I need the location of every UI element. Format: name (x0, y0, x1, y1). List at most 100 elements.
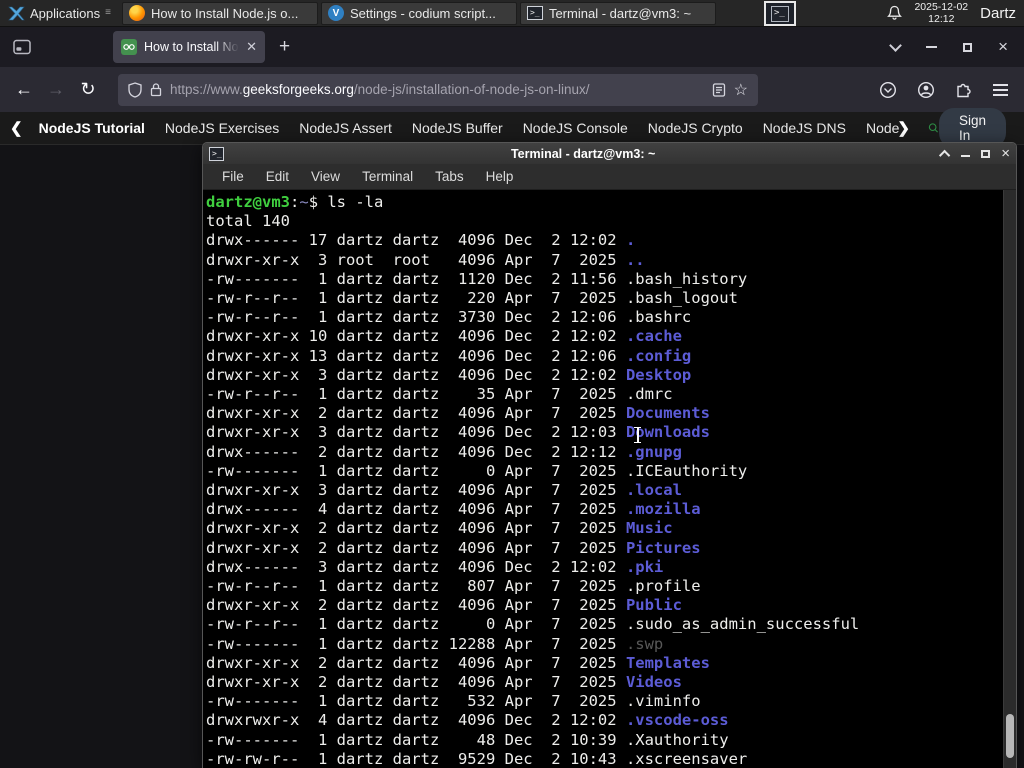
nav-scroll-left-icon[interactable]: ❮ (0, 119, 29, 137)
reload-button[interactable]: ↻ (72, 79, 104, 100)
file-name: .ICEauthority (625, 461, 748, 480)
total-line: total 140 (206, 212, 290, 231)
file-name: .bash_logout (625, 289, 738, 308)
terminal-line: drwxr-xr-x 3 dartz dartz 4096 Dec 2 12:0… (206, 365, 692, 384)
pocket-icon[interactable] (879, 81, 897, 99)
terminal-menu-bar: File Edit View Terminal Tabs Help (203, 164, 1016, 190)
firefox-view-button[interactable] (7, 33, 37, 61)
browser-toolbar: ← → ↻ https://www.geeksforgeeks.org/node… (0, 67, 1024, 112)
terminal-title-bar[interactable]: >_ Terminal - dartz@vm3: ~ × (203, 143, 1016, 164)
terminal-line: drwx------ 17 dartz dartz 4096 Dec 2 12:… (206, 231, 636, 250)
terminal-body[interactable]: dartz@vm3:~$ ls -la total 140 drwx------… (203, 190, 1016, 768)
terminal-line: drwxr-xr-x 2 dartz dartz 4096 Apr 7 2025… (206, 538, 701, 557)
forward-button[interactable]: → (40, 79, 72, 100)
terminal-line: drwxr-xr-x 10 dartz dartz 4096 Dec 2 12:… (206, 327, 682, 346)
taskbar-button-terminal[interactable]: >_ Terminal - dartz@vm3: ~ (519, 1, 716, 25)
file-name: .vscode-oss (625, 711, 729, 730)
file-name: .bashrc (625, 308, 692, 327)
geeksforgeeks-favicon (121, 39, 137, 55)
terminal-line: -rw-r--r-- 1 dartz dartz 35 Apr 7 2025 .… (206, 385, 673, 404)
nav-scroll-right-icon[interactable]: ❯ (893, 119, 914, 137)
terminal-line: -rw-rw-r-- 1 dartz dartz 9529 Dec 2 10:4… (206, 749, 748, 768)
terminal-line: drwxr-xr-x 13 dartz dartz 4096 Dec 2 12:… (206, 346, 692, 365)
firefox-icon (128, 5, 145, 21)
terminal-line: drwxr-xr-x 2 dartz dartz 4096 Apr 7 2025… (206, 653, 710, 672)
file-name: Desktop (625, 365, 692, 384)
file-name: .bash_history (625, 269, 748, 288)
menu-tabs[interactable]: Tabs (426, 167, 473, 186)
menu-terminal[interactable]: Terminal (353, 167, 422, 186)
file-name: Public (625, 596, 682, 615)
taskbar-button-firefox[interactable]: How to Install Node.js o... (121, 1, 318, 25)
extensions-icon[interactable] (955, 81, 973, 99)
back-button[interactable]: ← (8, 79, 40, 100)
reader-view-icon[interactable] (712, 82, 726, 97)
terminal-window-icon: >_ (209, 146, 224, 161)
new-tab-button[interactable]: + (279, 36, 290, 58)
menu-file[interactable]: File (213, 167, 253, 186)
applications-label: Applications (30, 5, 101, 21)
terminal-minimize-button[interactable] (961, 155, 971, 157)
file-name: Music (625, 519, 673, 538)
menu-view[interactable]: View (302, 167, 349, 186)
nav-item-crypto[interactable]: NodeJS Crypto (638, 120, 753, 136)
terminal-line: drwxr-xr-x 2 dartz dartz 4096 Apr 7 2025… (206, 519, 673, 538)
browser-tab-active[interactable]: How to Install Node.js on ✕ (113, 31, 265, 63)
applications-menu-button[interactable]: Applications ≡ (0, 0, 119, 26)
menu-edit[interactable]: Edit (257, 167, 298, 186)
terminal-scrollbar[interactable] (1003, 190, 1016, 768)
desktop: Applications ≡ How to Install Node.js o.… (0, 0, 1024, 768)
tray-terminal-icon[interactable]: >_ (764, 1, 796, 26)
terminal-line: -rw-r--r-- 1 dartz dartz 220 Apr 7 2025 … (206, 289, 738, 308)
file-name: .config (625, 346, 692, 365)
site-nav-bar: ❮ NodeJS Tutorial NodeJS Exercises NodeJ… (0, 108, 1024, 148)
terminal-close-button[interactable]: × (1001, 146, 1010, 161)
terminal-line: drwxr-xr-x 3 dartz dartz 4096 Dec 2 12:0… (206, 423, 710, 442)
list-tabs-chevron-icon[interactable] (889, 38, 902, 52)
file-name: .. (625, 250, 645, 269)
mouse-ibeam-cursor (633, 426, 642, 444)
tab-close-icon[interactable]: ✕ (246, 39, 257, 55)
panel-clock[interactable]: 2025-12-02 12:12 (914, 1, 968, 25)
shield-icon[interactable] (128, 81, 142, 98)
menu-help[interactable]: Help (477, 167, 523, 186)
browser-minimize-button[interactable] (926, 46, 938, 48)
nav-item-buffer[interactable]: NodeJS Buffer (402, 120, 513, 136)
terminal-line: drwx------ 4 dartz dartz 4096 Apr 7 2025… (206, 500, 701, 519)
nav-item-console[interactable]: NodeJS Console (513, 120, 638, 136)
file-name: .sudo_as_admin_successful (625, 615, 860, 634)
terminal-line: -rw------- 1 dartz dartz 12288 Apr 7 202… (206, 634, 664, 653)
terminal-line: -rw------- 1 dartz dartz 1120 Dec 2 11:5… (206, 269, 748, 288)
account-icon[interactable] (917, 81, 935, 99)
terminal-window: >_ Terminal - dartz@vm3: ~ × File Edit V… (202, 142, 1017, 768)
notification-bell-icon[interactable] (887, 5, 903, 21)
applications-menu-icon: ≡ (105, 7, 111, 18)
terminal-line: drwxr-xr-x 2 dartz dartz 4096 Apr 7 2025… (206, 596, 682, 615)
terminal-maximize-button[interactable] (981, 149, 991, 158)
menu-hamburger-icon[interactable] (993, 81, 1008, 99)
file-name: .gnupg (625, 442, 682, 461)
terminal-line: drwxr-xr-x 2 dartz dartz 4096 Apr 7 2025… (206, 404, 710, 423)
search-icon[interactable] (928, 118, 939, 138)
terminal-line: drwxr-xr-x 2 dartz dartz 4096 Apr 7 2025… (206, 673, 682, 692)
nav-item-dns[interactable]: NodeJS DNS (753, 120, 856, 136)
nav-item-tutorial[interactable]: NodeJS Tutorial (29, 120, 155, 136)
bookmark-star-icon[interactable]: ☆ (734, 80, 748, 100)
nav-item-assert[interactable]: NodeJS Assert (289, 120, 402, 136)
lock-icon[interactable] (150, 82, 162, 97)
nav-item-exercises[interactable]: NodeJS Exercises (155, 120, 289, 136)
taskbar-button-codium[interactable]: V Settings - codium script... (320, 1, 517, 25)
file-name: Templates (625, 653, 710, 672)
terminal-line: -rw------- 1 dartz dartz 532 Apr 7 2025 … (206, 692, 701, 711)
file-name: .dmrc (625, 385, 673, 404)
file-name: .profile (625, 577, 701, 596)
browser-tab-bar: How to Install Node.js on ✕ + × (0, 27, 1024, 67)
url-text[interactable]: https://www.geeksforgeeks.org/node-js/in… (170, 82, 704, 97)
file-name: Pictures (625, 538, 701, 557)
browser-close-button[interactable]: × (998, 38, 1008, 55)
url-bar[interactable]: https://www.geeksforgeeks.org/node-js/in… (118, 73, 758, 106)
top-panel: Applications ≡ How to Install Node.js o.… (0, 0, 1024, 27)
browser-maximize-button[interactable] (963, 42, 973, 52)
terminal-line: -rw-r--r-- 1 dartz dartz 3730 Dec 2 12:0… (206, 308, 692, 327)
scrollbar-thumb[interactable] (1006, 714, 1014, 758)
